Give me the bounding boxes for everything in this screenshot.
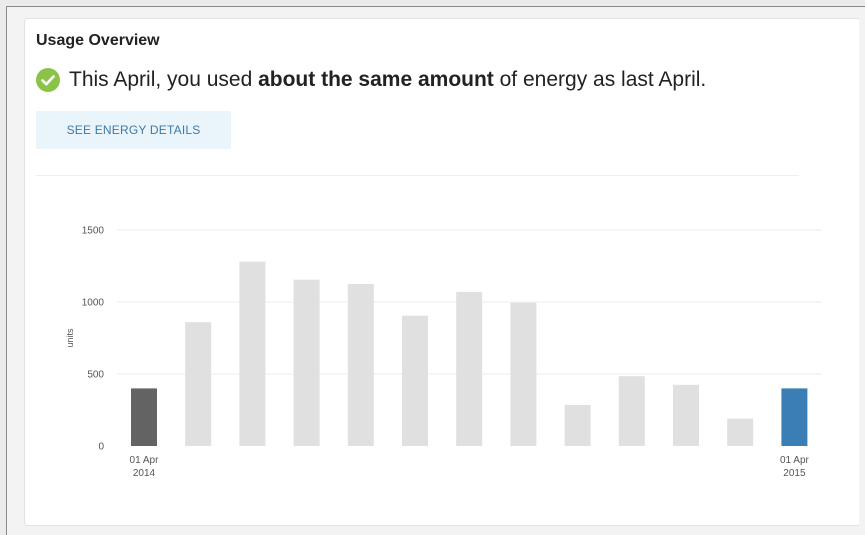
bar — [618, 376, 645, 446]
bar — [727, 418, 754, 446]
x-tick-label: 01 Apr — [780, 455, 810, 466]
x-tick-label-year: 2015 — [783, 468, 806, 479]
y-tick-label: 1000 — [82, 298, 105, 309]
bar — [781, 388, 808, 446]
bar — [185, 322, 212, 446]
bar — [456, 291, 483, 446]
bar — [673, 384, 699, 446]
bar — [347, 284, 374, 446]
y-tick-label: 0 — [98, 442, 104, 453]
bar — [131, 388, 157, 446]
x-tick-label-year: 2014 — [133, 468, 156, 479]
bar — [402, 315, 428, 446]
bar — [510, 302, 537, 446]
y-tick-label: 1500 — [82, 226, 105, 237]
bar — [239, 261, 266, 446]
usage-bar-chart: 0 500 1000 1500 units 01 Apr 2014 01 Apr 2015 — [65, 226, 822, 479]
bar — [293, 279, 320, 446]
x-tick-label: 01 Apr — [130, 455, 160, 466]
bar — [564, 404, 591, 446]
y-axis-label: units — [65, 328, 75, 348]
y-tick-label: 500 — [87, 370, 104, 381]
